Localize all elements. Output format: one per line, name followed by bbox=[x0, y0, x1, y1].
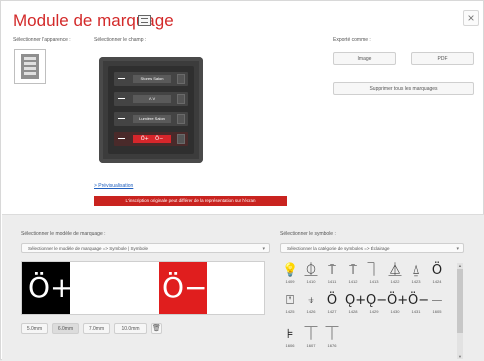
symbol-label: Sélectionner le symbole : bbox=[280, 231, 336, 237]
symbol-item[interactable]: ⏋ 1413 bbox=[366, 263, 382, 289]
device-row-text: Lumière Salon bbox=[133, 115, 171, 123]
bulb-minus-icon: Ö− bbox=[162, 271, 208, 304]
lamp-icon: ⊧ bbox=[286, 327, 294, 342]
symbol-item[interactable]: ⊧ 1606 bbox=[282, 327, 298, 353]
appearance-thumbnail[interactable] bbox=[14, 49, 46, 84]
scroll-up-icon[interactable]: ▲ bbox=[457, 263, 463, 268]
symbol-item[interactable]: ⏂ 1410 bbox=[303, 263, 319, 289]
device-row[interactable]: Λ V bbox=[114, 92, 188, 106]
size-button-selected[interactable]: 6.0mm bbox=[52, 323, 79, 334]
lamp-icon: ⏋ bbox=[367, 263, 381, 278]
device-knob bbox=[177, 114, 185, 124]
symbol-item[interactable]: 💡 1409 bbox=[282, 263, 298, 289]
device-row[interactable]: Stores Salon bbox=[114, 72, 188, 86]
lamp-icon: 💡 bbox=[282, 263, 299, 278]
device-plate: Stores Salon Λ V Lumière Salon Ö+ Ö− bbox=[108, 66, 194, 154]
lamp-minus-icon: Ö− bbox=[408, 293, 430, 308]
model-label: Sélectionner le modèle de marquage : bbox=[21, 231, 106, 237]
lamp-icon: ⍞ bbox=[286, 293, 294, 308]
dash-icon bbox=[118, 98, 125, 99]
dash-icon bbox=[118, 118, 125, 119]
scrollbar-thumb[interactable] bbox=[457, 269, 463, 333]
symbol-item[interactable]: ⏅ 1422 bbox=[387, 263, 403, 289]
marking-module-dialog: Module de marquage × Sélectionner l'appa… bbox=[0, 0, 484, 361]
symbol-category-value: Sélectionner la catégorie de symboles =>… bbox=[287, 246, 390, 251]
export-image-button[interactable]: Image bbox=[333, 52, 396, 65]
dash-icon bbox=[118, 138, 125, 139]
symbol-item[interactable]: ⏉ 1676 bbox=[324, 327, 340, 353]
device-row-symbols: Ö+ Ö− bbox=[133, 135, 171, 143]
device-knob bbox=[177, 74, 185, 84]
lamp-icon: ⏅ bbox=[388, 263, 402, 278]
lamp-plus-icon: Ö+ bbox=[387, 293, 409, 308]
device-knob bbox=[177, 134, 185, 144]
lamp-icon: ⍖ bbox=[307, 293, 315, 308]
preview-link[interactable]: > Prévisualisation bbox=[94, 183, 133, 189]
lamp-icon: ⏉ bbox=[304, 327, 318, 342]
marking-strip-preview[interactable]: Ö+ Ö− bbox=[21, 261, 265, 315]
size-button[interactable]: 10.0mm bbox=[114, 323, 147, 334]
lamp-icon: ⏤ bbox=[431, 293, 443, 308]
symbol-category-select[interactable]: Sélectionner la catégorie de symboles =>… bbox=[280, 243, 464, 253]
warning-banner: L'inscription originale peut différer de… bbox=[94, 196, 287, 206]
chevron-down-icon: ▾ bbox=[262, 246, 265, 252]
symbol-scrollbar[interactable]: ▲ ▼ bbox=[457, 263, 463, 359]
lamp-icon: ⍑ bbox=[328, 263, 336, 278]
symbol-item[interactable]: ⏤ 1605 bbox=[429, 293, 445, 319]
lamp-icon: ⏉ bbox=[325, 327, 339, 342]
symbol-item[interactable]: Ö+ 1430 bbox=[387, 293, 409, 319]
symbol-item[interactable]: Ö− 1431 bbox=[408, 293, 430, 319]
appearance-line bbox=[24, 57, 36, 60]
appearance-line bbox=[24, 72, 36, 75]
size-button[interactable]: 5.0mm bbox=[21, 323, 48, 334]
lamp-icon: Ö bbox=[431, 263, 443, 278]
symbol-item[interactable]: ⍑ 1412 bbox=[345, 263, 361, 289]
model-select-value: Sélectionner le modèle de marquage => Sy… bbox=[28, 246, 148, 251]
lamp-icon: ⍙ bbox=[412, 263, 420, 278]
symbol-item[interactable]: Ǫ− 1429 bbox=[366, 293, 388, 319]
symbol-item[interactable]: Ö 1424 bbox=[429, 263, 445, 289]
export-label: Exporté comme : bbox=[333, 37, 371, 43]
symbol-item[interactable]: Ö 1427 bbox=[324, 293, 340, 319]
save-icon[interactable] bbox=[138, 15, 151, 26]
chevron-down-icon: ▾ bbox=[456, 246, 459, 252]
appearance-label: Sélectionner l'apparence : bbox=[13, 37, 71, 43]
symbol-item[interactable]: ⏉ 1607 bbox=[303, 327, 319, 353]
appearance-line bbox=[24, 62, 36, 65]
device-row-selected[interactable]: Ö+ Ö− bbox=[114, 132, 188, 146]
device-knob bbox=[177, 94, 185, 104]
bulb-plus-icon: Ö+ bbox=[28, 271, 74, 304]
lamp-icon: ⏂ bbox=[304, 263, 318, 278]
switch-device-preview: Stores Salon Λ V Lumière Salon Ö+ Ö− bbox=[99, 57, 203, 163]
size-button[interactable]: 7.0mm bbox=[83, 323, 110, 334]
device-row-text: Stores Salon bbox=[133, 75, 171, 83]
scroll-down-icon[interactable]: ▼ bbox=[457, 354, 463, 359]
lamp-icon: Ö bbox=[326, 293, 338, 308]
delete-all-markings-button[interactable]: Supprimer tous les marquages bbox=[333, 82, 474, 95]
model-select[interactable]: Sélectionner le modèle de marquage => Sy… bbox=[21, 243, 270, 253]
symbol-item[interactable]: ⍞ 1425 bbox=[282, 293, 298, 319]
symbol-item[interactable]: ⍖ 1426 bbox=[303, 293, 319, 319]
lamp-plus-icon: Ǫ+ bbox=[345, 293, 367, 308]
strip-white-segment bbox=[207, 262, 264, 314]
device-row[interactable]: Lumière Salon bbox=[114, 112, 188, 126]
bulb-plus-icon: Ö+ Ö− bbox=[140, 136, 164, 142]
field-label: Sélectionner le champ : bbox=[94, 37, 147, 43]
symbol-item[interactable]: ⍙ 1423 bbox=[408, 263, 424, 289]
dash-icon bbox=[118, 78, 125, 79]
symbol-item[interactable]: Ǫ+ 1428 bbox=[345, 293, 367, 319]
device-row-text: Λ V bbox=[133, 95, 171, 103]
appearance-line bbox=[24, 67, 36, 70]
lamp-icon: ⍑ bbox=[349, 263, 357, 278]
export-pdf-button[interactable]: PDF bbox=[411, 52, 474, 65]
lamp-minus-icon: Ǫ− bbox=[366, 293, 388, 308]
symbol-item[interactable]: ⍑ 1411 bbox=[324, 263, 340, 289]
trash-icon[interactable]: 🗑 bbox=[151, 323, 162, 334]
close-button[interactable]: × bbox=[463, 10, 479, 26]
